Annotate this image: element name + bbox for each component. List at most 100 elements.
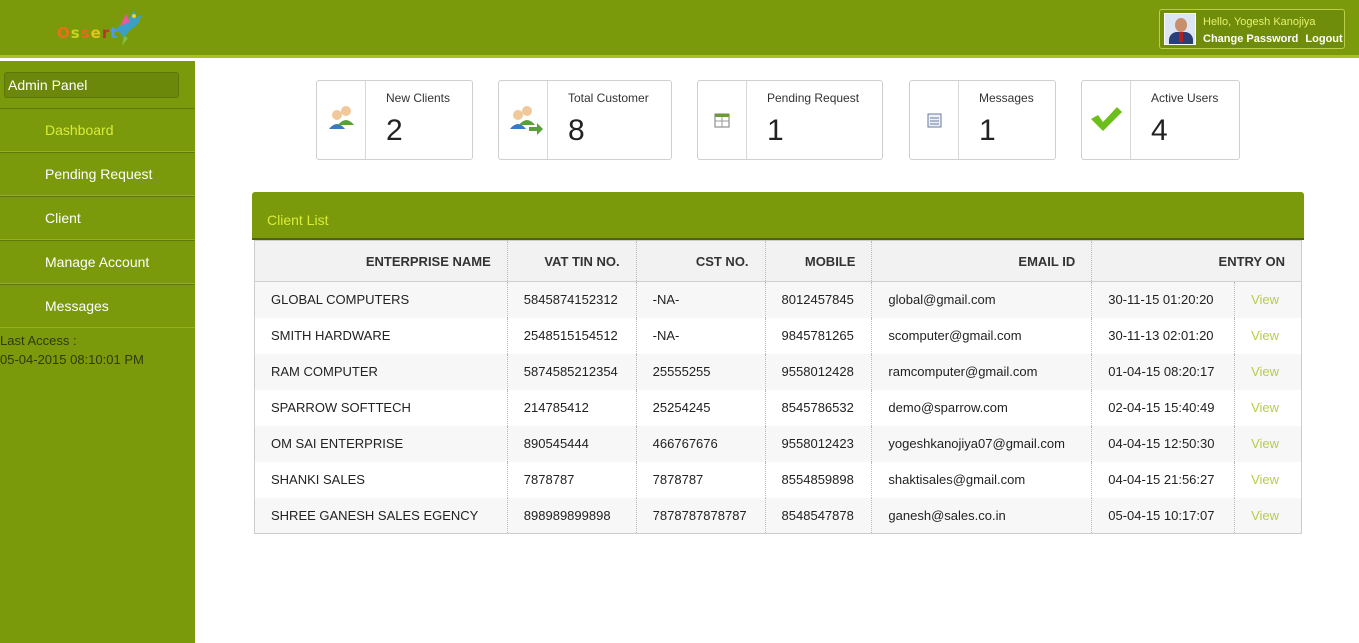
stat-card-active-users[interactable]: Active Users 4 (1081, 80, 1240, 160)
vat-tin-cell: 5845874152312 (507, 281, 637, 318)
entry-on-cell: 30-11-13 02:01:20 (1091, 317, 1236, 354)
cst-cell: 466767676 (636, 425, 766, 462)
sidebar-item-manage-account[interactable]: Manage Account (0, 240, 195, 284)
vat-tin-cell: 214785412 (507, 389, 637, 426)
sidebar-nav: Dashboard Pending Request Client Manage … (0, 108, 195, 328)
mobile-cell: 9558012428 (765, 353, 873, 390)
enterprise-name-cell: SHANKI SALES (254, 461, 508, 498)
logo-wordmark: Ossert (57, 24, 118, 42)
table-row[interactable]: OM SAI ENTERPRISE 890545444 466767676 95580… (254, 425, 1302, 462)
stat-value: 1 (767, 114, 784, 147)
enterprise-name-cell: SHREE GANESH SALES EGENCY (254, 497, 508, 534)
entry-on-cell: 01-04-15 08:20:17 (1091, 353, 1236, 390)
entry-on-cell: 02-04-15 15:40:49 (1091, 389, 1236, 426)
entry-on-cell: 30-11-15 01:20:20 (1091, 281, 1236, 318)
logo-letter: s (70, 24, 81, 42)
client-list-header: Client List (252, 192, 1304, 240)
cst-cell: 25254245 (636, 389, 766, 426)
message-list-icon (927, 113, 942, 128)
email-cell: ganesh@sales.co.in (871, 497, 1093, 534)
column-header-entry-on[interactable]: ENTRY ON (1091, 240, 1302, 282)
calendar-icon (714, 113, 730, 128)
column-header-mobile[interactable]: MOBILE (765, 240, 873, 282)
user-greeting: Hello, Yogesh Kanojiya (1203, 16, 1316, 28)
column-header-cst[interactable]: CST NO. (636, 240, 766, 282)
stat-card-new-clients[interactable]: New Clients 2 (316, 80, 473, 160)
column-header-enterprise-name[interactable]: ENTERPRISE NAME (254, 240, 508, 282)
vat-tin-cell: 7878787 (507, 461, 637, 498)
sidebar-item-dashboard[interactable]: Dashboard (0, 108, 195, 152)
sidebar-item-pending-request[interactable]: Pending Request (0, 152, 195, 196)
stat-label: Pending Request (767, 91, 860, 105)
enterprise-name-cell: OM SAI ENTERPRISE (254, 425, 508, 462)
mobile-cell: 8545786532 (765, 389, 873, 426)
enterprise-name-cell: SPARROW SOFTTECH (254, 389, 508, 426)
mobile-cell: 9558012423 (765, 425, 873, 462)
stat-label: Total Customer (568, 91, 649, 105)
view-link[interactable]: View (1234, 281, 1302, 318)
sidebar: Admin Panel Dashboard Pending Request Cl… (0, 61, 195, 643)
email-cell: scomputer@gmail.com (871, 317, 1093, 354)
table-row[interactable]: GLOBAL COMPUTERS 5845874152312 -NA- 8012457… (254, 281, 1302, 318)
users-icon (329, 106, 354, 129)
logo-letter: O (57, 24, 71, 42)
avatar[interactable] (1164, 13, 1196, 45)
entry-on-cell: 05-04-15 10:17:07 (1091, 497, 1236, 534)
column-header-email[interactable]: EMAIL ID (871, 240, 1093, 282)
view-link[interactable]: View (1234, 497, 1302, 534)
table-row[interactable]: SHANKI SALES 7878787 7878787 8554859898 shak… (254, 461, 1302, 498)
user-info-box: Hello, Yogesh Kanojiya Change Password L… (1159, 9, 1345, 49)
top-header: Ossert Hello, Yogesh Kanojiya Change Pas… (0, 0, 1359, 58)
enterprise-name-cell: SMITH HARDWARE (254, 317, 508, 354)
stat-card-messages[interactable]: Messages 1 (909, 80, 1056, 160)
mobile-cell: 8548547878 (765, 497, 873, 534)
table-row[interactable]: SHREE GANESH SALES EGENCY 898989899898 787… (254, 497, 1302, 534)
view-link[interactable]: View (1234, 317, 1302, 354)
view-link[interactable]: View (1234, 425, 1302, 462)
admin-panel-title: Admin Panel (4, 72, 179, 98)
email-cell: global@gmail.com (871, 281, 1093, 318)
cst-cell: 7878787 (636, 461, 766, 498)
logo-letter: r (101, 24, 111, 42)
view-link[interactable]: View (1234, 353, 1302, 390)
vat-tin-cell: 2548515154512 (507, 317, 637, 354)
app-logo[interactable]: Ossert (54, 6, 149, 48)
mobile-cell: 9845781265 (765, 317, 873, 354)
logo-letter: e (90, 24, 102, 42)
last-access-value: 05-04-2015 08:10:01 PM (0, 352, 144, 367)
mobile-cell: 8012457845 (765, 281, 873, 318)
email-cell: shaktisales@gmail.com (871, 461, 1093, 498)
stat-value: 4 (1151, 114, 1168, 147)
mobile-cell: 8554859898 (765, 461, 873, 498)
enterprise-name-cell: RAM COMPUTER (254, 353, 508, 390)
cst-cell: 7878787878787 (636, 497, 766, 534)
stat-label: Active Users (1151, 91, 1219, 105)
logo-letter: s (80, 24, 91, 42)
last-access-label: Last Access : (0, 333, 77, 348)
stat-value: 2 (386, 114, 403, 147)
vat-tin-cell: 898989899898 (507, 497, 637, 534)
table-row[interactable]: SMITH HARDWARE 2548515154512 -NA- 984578126… (254, 317, 1302, 354)
table-row[interactable]: SPARROW SOFTTECH 214785412 25254245 8545786… (254, 389, 1302, 426)
sidebar-item-messages[interactable]: Messages (0, 284, 195, 328)
email-cell: ramcomputer@gmail.com (871, 353, 1093, 390)
enterprise-name-cell: GLOBAL COMPUTERS (254, 281, 508, 318)
stat-label: New Clients (386, 91, 451, 105)
stat-card-pending-request[interactable]: Pending Request 1 (697, 80, 883, 160)
vat-tin-cell: 890545444 (507, 425, 637, 462)
sidebar-item-client[interactable]: Client (0, 196, 195, 240)
entry-on-cell: 04-04-15 12:50:30 (1091, 425, 1236, 462)
cst-cell: -NA- (636, 317, 766, 354)
stat-card-total-customer[interactable]: Total Customer 8 (498, 80, 672, 160)
change-password-link[interactable]: Change Password (1203, 33, 1298, 45)
view-link[interactable]: View (1234, 461, 1302, 498)
table-header-row: ENTERPRISE NAME VAT TIN NO. CST NO. MOBI… (254, 240, 1302, 282)
logout-link[interactable]: Logout (1305, 33, 1342, 45)
table-row[interactable]: RAM COMPUTER 5874585212354 25555255 9558012… (254, 353, 1302, 390)
last-access-info: Last Access : 05-04-2015 08:10:01 PM (0, 331, 144, 369)
client-list-title: Client List (267, 212, 329, 228)
vat-tin-cell: 5874585212354 (507, 353, 637, 390)
view-link[interactable]: View (1234, 389, 1302, 426)
column-header-vat-tin[interactable]: VAT TIN NO. (507, 240, 637, 282)
cst-cell: -NA- (636, 281, 766, 318)
